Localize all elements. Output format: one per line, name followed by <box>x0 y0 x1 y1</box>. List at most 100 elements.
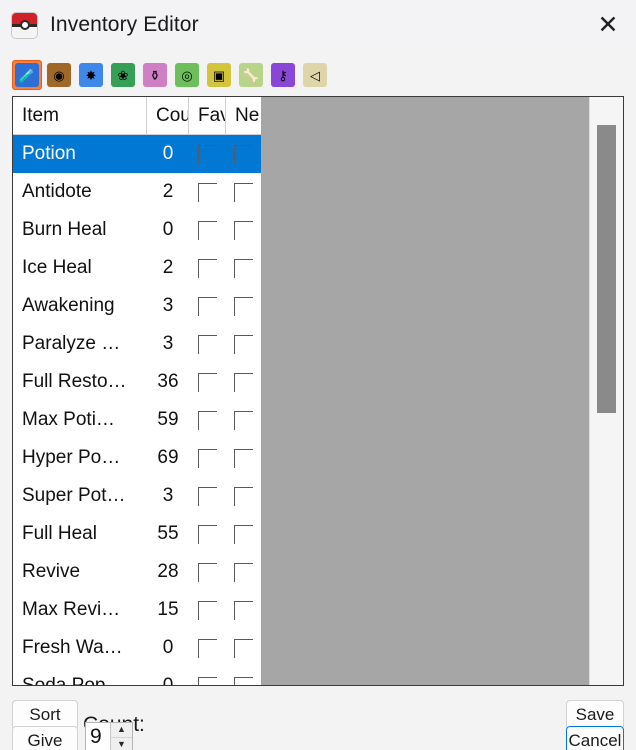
new-checkbox[interactable] <box>234 334 253 354</box>
cell-new[interactable] <box>226 600 261 620</box>
column-header-new[interactable]: Ne <box>226 97 261 135</box>
favorite-checkbox[interactable] <box>198 676 217 685</box>
cell-new[interactable] <box>226 524 261 544</box>
new-checkbox[interactable] <box>234 144 253 164</box>
cell-favorite[interactable] <box>189 410 226 430</box>
count-stepper[interactable]: 9 ▲ ▼ <box>85 722 133 750</box>
cell-favorite[interactable] <box>189 524 226 544</box>
new-checkbox[interactable] <box>234 676 253 685</box>
cell-new[interactable] <box>226 258 261 278</box>
favorite-checkbox[interactable] <box>198 220 217 240</box>
new-checkbox[interactable] <box>234 372 253 392</box>
stepper-up-icon[interactable]: ▲ <box>111 723 132 738</box>
new-checkbox[interactable] <box>234 220 253 240</box>
column-header-item[interactable]: Item <box>13 97 147 135</box>
new-checkbox[interactable] <box>234 638 253 658</box>
favorite-checkbox[interactable] <box>198 296 217 316</box>
toolbar-tab-key-held[interactable]: ⚱ <box>140 60 170 90</box>
cell-favorite[interactable] <box>189 600 226 620</box>
cell-favorite[interactable] <box>189 676 226 685</box>
favorite-checkbox[interactable] <box>198 638 217 658</box>
vertical-scrollbar[interactable] <box>589 97 623 685</box>
toolbar-tab-medicine[interactable]: 🧪 <box>12 60 42 90</box>
favorite-checkbox[interactable] <box>198 410 217 430</box>
cell-new[interactable] <box>226 334 261 354</box>
toolbar-tab-pokeballs[interactable]: ◉ <box>44 60 74 90</box>
table-row[interactable]: Super Pot… 3 <box>13 477 261 515</box>
favorite-checkbox[interactable] <box>198 334 217 354</box>
favorite-checkbox[interactable] <box>198 524 217 544</box>
column-header-favorite[interactable]: Fav <box>189 97 226 135</box>
table-row[interactable]: Full Heal 55 <box>13 515 261 553</box>
table-row[interactable]: Ice Heal 2 <box>13 249 261 287</box>
stepper-down-icon[interactable]: ▼ <box>111 737 132 750</box>
table-row[interactable]: Burn Heal 0 <box>13 211 261 249</box>
table-row[interactable]: Soda Pop0 <box>13 667 261 685</box>
favorite-checkbox[interactable] <box>198 562 217 582</box>
cell-item-name: Max Revi… <box>22 599 121 620</box>
table-row[interactable]: Fresh Wa… 0 <box>13 629 261 667</box>
cell-favorite[interactable] <box>189 638 226 658</box>
scrollbar-thumb[interactable] <box>597 125 616 413</box>
toolbar-tab-tms[interactable]: ✸ <box>76 60 106 90</box>
cell-new[interactable] <box>226 296 261 316</box>
table-row[interactable]: Max Revi… 15 <box>13 591 261 629</box>
toolbar-tab-misc[interactable]: ◁ <box>300 60 330 90</box>
table-row[interactable]: Potion 0 <box>13 135 261 173</box>
table-row[interactable]: Max Poti… 59 <box>13 401 261 439</box>
toolbar-tab-key-items[interactable]: ⚷ <box>268 60 298 90</box>
toolbar-tab-discs[interactable]: ◎ <box>172 60 202 90</box>
cell-favorite[interactable] <box>189 372 226 392</box>
new-checkbox[interactable] <box>234 410 253 430</box>
toolbar-tab-berries[interactable]: ❀ <box>108 60 138 90</box>
favorite-checkbox[interactable] <box>198 372 217 392</box>
cancel-button[interactable]: Cancel <box>566 726 624 750</box>
new-checkbox[interactable] <box>234 562 253 582</box>
favorite-checkbox[interactable] <box>198 600 217 620</box>
cell-favorite[interactable] <box>189 144 226 164</box>
new-checkbox[interactable] <box>234 486 253 506</box>
column-header-count[interactable]: Cou <box>147 97 189 135</box>
cell-new[interactable] <box>226 372 261 392</box>
cell-favorite[interactable] <box>189 448 226 468</box>
new-checkbox[interactable] <box>234 600 253 620</box>
new-checkbox[interactable] <box>234 182 253 202</box>
toolbar-tab-treasure[interactable]: ▣ <box>204 60 234 90</box>
table-row[interactable]: Revive 28 <box>13 553 261 591</box>
table-row[interactable]: Awakening 3 <box>13 287 261 325</box>
table-row[interactable]: Antidote 2 <box>13 173 261 211</box>
table-row[interactable]: Full Resto… 36 <box>13 363 261 401</box>
favorite-checkbox[interactable] <box>198 258 217 278</box>
cell-item-count: 0 <box>162 637 174 658</box>
cell-new[interactable] <box>226 220 261 240</box>
cell-new[interactable] <box>226 562 261 582</box>
favorite-checkbox[interactable] <box>198 144 217 164</box>
favorite-checkbox[interactable] <box>198 448 217 468</box>
cell-new[interactable] <box>226 410 261 430</box>
give-button[interactable]: Give <box>12 726 78 750</box>
new-checkbox[interactable] <box>234 296 253 316</box>
close-icon[interactable]: ✕ <box>580 0 636 50</box>
cell-new[interactable] <box>226 676 261 685</box>
cell-new[interactable] <box>226 448 261 468</box>
cell-favorite[interactable] <box>189 486 226 506</box>
cell-favorite[interactable] <box>189 562 226 582</box>
cell-new[interactable] <box>226 486 261 506</box>
cell-new[interactable] <box>226 144 261 164</box>
cell-favorite[interactable] <box>189 334 226 354</box>
new-checkbox[interactable] <box>234 524 253 544</box>
new-checkbox[interactable] <box>234 448 253 468</box>
table-row[interactable]: Hyper Po… 69 <box>13 439 261 477</box>
count-input[interactable]: 9 <box>86 723 110 750</box>
favorite-checkbox[interactable] <box>198 182 217 202</box>
cell-favorite[interactable] <box>189 296 226 316</box>
cell-favorite[interactable] <box>189 182 226 202</box>
cell-new[interactable] <box>226 638 261 658</box>
cell-new[interactable] <box>226 182 261 202</box>
cell-favorite[interactable] <box>189 258 226 278</box>
table-row[interactable]: Paralyze … 3 <box>13 325 261 363</box>
cell-favorite[interactable] <box>189 220 226 240</box>
toolbar-tab-mail[interactable]: 🦴 <box>236 60 266 90</box>
favorite-checkbox[interactable] <box>198 486 217 506</box>
new-checkbox[interactable] <box>234 258 253 278</box>
